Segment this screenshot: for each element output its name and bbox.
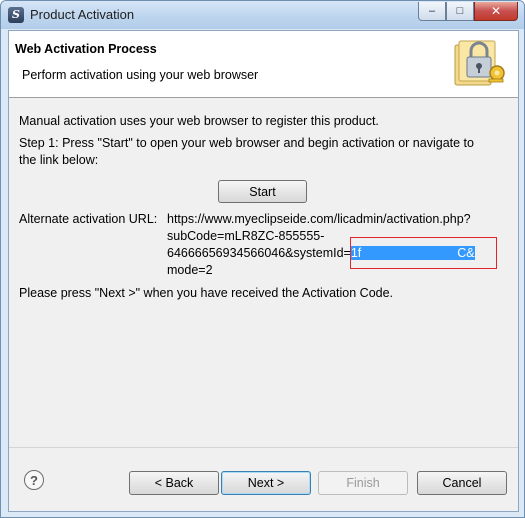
intro-text: Manual activation uses your web browser … <box>19 114 379 128</box>
maximize-icon: □ <box>456 5 464 17</box>
url-line-3-prefix: 64666656934566046&systemId= <box>167 246 351 260</box>
step1-line1: Step 1: Press "Start" to open your web b… <box>19 136 474 150</box>
title-bar[interactable]: S Product Activation – □ ✕ <box>1 1 524 29</box>
next-instruction: Please press "Next >" when you have rece… <box>19 286 394 300</box>
minimize-icon: – <box>428 5 436 17</box>
close-icon: ✕ <box>490 4 502 18</box>
product-activation-window: S Product Activation – □ ✕ Web Activatio… <box>0 0 525 518</box>
url-line-1: https://www.myeclipseide.com/licadmin/ac… <box>167 212 471 226</box>
window-controls: – □ ✕ <box>418 2 518 22</box>
help-icon[interactable]: ? <box>24 470 44 490</box>
dialog-client-area: Web Activation Process Perform activatio… <box>8 30 519 512</box>
alternate-url-label: Alternate activation URL: <box>19 212 158 226</box>
lock-key-icon <box>454 40 505 86</box>
banner-title: Web Activation Process <box>15 42 157 56</box>
step1-line2: the link below: <box>19 153 99 167</box>
next-button[interactable]: Next > <box>221 471 311 495</box>
maximize-button[interactable]: □ <box>446 2 474 21</box>
footer-divider <box>9 447 518 448</box>
minimize-button[interactable]: – <box>418 2 446 21</box>
back-button[interactable]: < Back <box>129 471 219 495</box>
banner-description: Perform activation using your web browse… <box>22 68 259 82</box>
close-button[interactable]: ✕ <box>474 2 518 21</box>
wizard-banner: Web Activation Process Perform activatio… <box>9 31 518 98</box>
start-button[interactable]: Start <box>218 180 307 203</box>
finish-button[interactable]: Finish <box>318 471 408 495</box>
cancel-button[interactable]: Cancel <box>417 471 507 495</box>
redaction-highlight-box <box>350 237 497 269</box>
myeclipse-app-icon: S <box>8 7 24 23</box>
window-title: Product Activation <box>30 7 135 22</box>
